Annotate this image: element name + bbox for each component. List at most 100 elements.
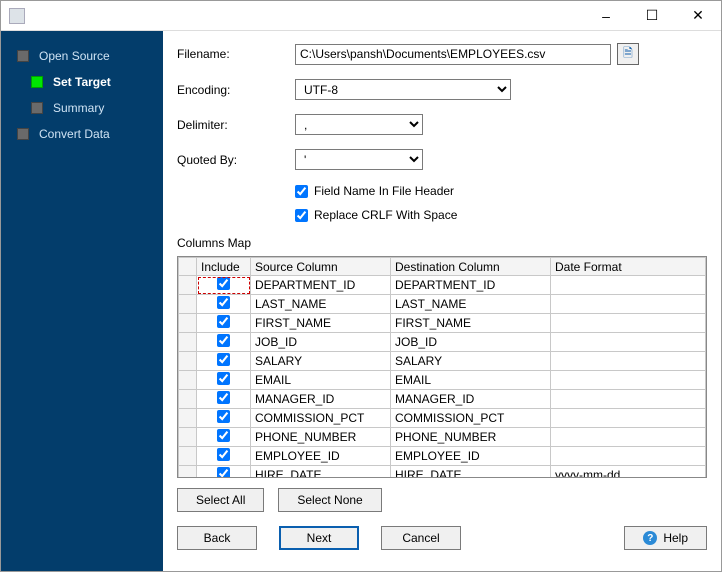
source-column-cell[interactable]: JOB_ID [251, 333, 391, 352]
table-row[interactable]: LAST_NAMELAST_NAME [179, 295, 706, 314]
col-header-date-format[interactable]: Date Format [551, 258, 706, 276]
date-format-cell[interactable] [551, 428, 706, 447]
date-format-cell[interactable] [551, 276, 706, 295]
destination-column-cell[interactable]: EMAIL [391, 371, 551, 390]
date-format-cell[interactable] [551, 371, 706, 390]
next-button[interactable]: Next [279, 526, 359, 550]
close-button[interactable]: ✕ [675, 1, 721, 31]
include-checkbox[interactable] [217, 277, 230, 290]
row-header [179, 428, 197, 447]
include-checkbox[interactable] [217, 448, 230, 461]
destination-column-cell[interactable]: PHONE_NUMBER [391, 428, 551, 447]
table-row[interactable]: DEPARTMENT_IDDEPARTMENT_ID [179, 276, 706, 295]
date-format-cell[interactable] [551, 390, 706, 409]
help-icon: ? [643, 531, 657, 545]
include-checkbox[interactable] [217, 334, 230, 347]
columns-map-table[interactable]: Include Source Column Destination Column… [177, 256, 707, 478]
date-format-cell[interactable] [551, 295, 706, 314]
source-column-cell[interactable]: FIRST_NAME [251, 314, 391, 333]
source-column-cell[interactable]: DEPARTMENT_ID [251, 276, 391, 295]
destination-column-cell[interactable]: MANAGER_ID [391, 390, 551, 409]
table-row[interactable]: EMAILEMAIL [179, 371, 706, 390]
source-column-cell[interactable]: EMAIL [251, 371, 391, 390]
field-name-header-checkbox[interactable] [295, 185, 308, 198]
include-cell[interactable] [197, 466, 251, 479]
include-checkbox[interactable] [217, 296, 230, 309]
table-row[interactable]: HIRE_DATEHIRE_DATEyyyy-mm-dd [179, 466, 706, 479]
source-column-cell[interactable]: LAST_NAME [251, 295, 391, 314]
sidebar-item-convert-data[interactable]: Convert Data [1, 121, 163, 147]
date-format-cell[interactable] [551, 333, 706, 352]
replace-crlf-checkbox[interactable] [295, 209, 308, 222]
minimize-button[interactable]: – [583, 1, 629, 31]
select-all-button[interactable]: Select All [177, 488, 264, 512]
sidebar-item-summary[interactable]: Summary [1, 95, 163, 121]
destination-column-cell[interactable]: JOB_ID [391, 333, 551, 352]
destination-column-cell[interactable]: COMMISSION_PCT [391, 409, 551, 428]
source-column-cell[interactable]: PHONE_NUMBER [251, 428, 391, 447]
destination-column-cell[interactable]: HIRE_DATE [391, 466, 551, 479]
back-button[interactable]: Back [177, 526, 257, 550]
destination-column-cell[interactable]: EMPLOYEE_ID [391, 447, 551, 466]
source-column-cell[interactable]: COMMISSION_PCT [251, 409, 391, 428]
row-header [179, 447, 197, 466]
destination-column-cell[interactable]: LAST_NAME [391, 295, 551, 314]
filename-input[interactable] [295, 44, 611, 65]
content-panel: Filename: 🗎 Encoding: UTF-8 Delimiter: ,… [163, 31, 721, 571]
source-column-cell[interactable]: MANAGER_ID [251, 390, 391, 409]
browse-file-button[interactable]: 🗎 [617, 43, 639, 65]
source-column-cell[interactable]: HIRE_DATE [251, 466, 391, 479]
sidebar-item-open-source[interactable]: Open Source [1, 43, 163, 69]
sidebar-item-label: Summary [53, 101, 104, 115]
include-cell[interactable] [197, 276, 251, 295]
include-checkbox[interactable] [217, 353, 230, 366]
encoding-select[interactable]: UTF-8 [295, 79, 511, 100]
delimiter-select[interactable]: , [295, 114, 423, 135]
destination-column-cell[interactable]: DEPARTMENT_ID [391, 276, 551, 295]
include-cell[interactable] [197, 314, 251, 333]
maximize-button[interactable]: ☐ [629, 1, 675, 31]
include-checkbox[interactable] [217, 410, 230, 423]
row-header [179, 352, 197, 371]
col-header-destination[interactable]: Destination Column [391, 258, 551, 276]
encoding-label: Encoding: [177, 83, 295, 97]
include-cell[interactable] [197, 409, 251, 428]
destination-column-cell[interactable]: FIRST_NAME [391, 314, 551, 333]
table-row[interactable]: JOB_IDJOB_ID [179, 333, 706, 352]
table-row[interactable]: FIRST_NAMEFIRST_NAME [179, 314, 706, 333]
sidebar-item-set-target[interactable]: Set Target [1, 69, 163, 95]
table-row[interactable]: SALARYSALARY [179, 352, 706, 371]
col-header-include[interactable]: Include [197, 258, 251, 276]
table-row[interactable]: EMPLOYEE_IDEMPLOYEE_ID [179, 447, 706, 466]
include-checkbox[interactable] [217, 429, 230, 442]
include-cell[interactable] [197, 447, 251, 466]
source-column-cell[interactable]: SALARY [251, 352, 391, 371]
col-header-source[interactable]: Source Column [251, 258, 391, 276]
source-column-cell[interactable]: EMPLOYEE_ID [251, 447, 391, 466]
date-format-cell[interactable]: yyyy-mm-dd [551, 466, 706, 479]
include-cell[interactable] [197, 333, 251, 352]
cancel-button[interactable]: Cancel [381, 526, 461, 550]
date-format-cell[interactable] [551, 352, 706, 371]
table-row[interactable]: PHONE_NUMBERPHONE_NUMBER [179, 428, 706, 447]
include-cell[interactable] [197, 390, 251, 409]
table-row[interactable]: MANAGER_IDMANAGER_ID [179, 390, 706, 409]
include-checkbox[interactable] [217, 315, 230, 328]
help-button[interactable]: ? Help [624, 526, 707, 550]
date-format-cell[interactable] [551, 447, 706, 466]
select-none-button[interactable]: Select None [278, 488, 381, 512]
include-checkbox[interactable] [217, 372, 230, 385]
date-format-cell[interactable] [551, 409, 706, 428]
include-cell[interactable] [197, 428, 251, 447]
wizard-sidebar: Open Source Set Target Summary Convert D… [1, 31, 163, 571]
step-box-icon [17, 128, 29, 140]
quoted-by-select[interactable]: ' [295, 149, 423, 170]
include-cell[interactable] [197, 352, 251, 371]
date-format-cell[interactable] [551, 314, 706, 333]
include-checkbox[interactable] [217, 467, 230, 478]
destination-column-cell[interactable]: SALARY [391, 352, 551, 371]
include-checkbox[interactable] [217, 391, 230, 404]
include-cell[interactable] [197, 371, 251, 390]
include-cell[interactable] [197, 295, 251, 314]
table-row[interactable]: COMMISSION_PCTCOMMISSION_PCT [179, 409, 706, 428]
